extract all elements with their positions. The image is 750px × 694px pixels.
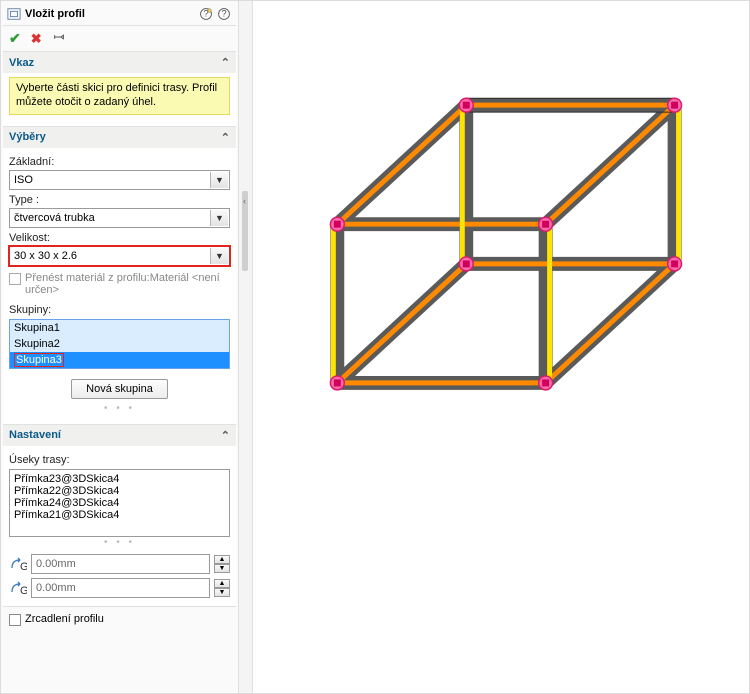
prenest-checkbox[interactable] bbox=[9, 273, 21, 285]
svg-text:?: ? bbox=[221, 9, 226, 20]
cancel-button[interactable]: ✖ bbox=[31, 31, 42, 47]
zakladni-value: ISO bbox=[14, 174, 33, 186]
type-label: Type : bbox=[9, 194, 230, 206]
svg-text:G1: G1 bbox=[20, 561, 27, 573]
section-vybery: Výběry ⌃ Základní: ISO ▼ Type : čtvercov… bbox=[3, 127, 236, 425]
section-nastaveni-header[interactable]: Nastavení ⌃ bbox=[3, 425, 236, 446]
g1-row: G1 0.00mm ▲ ▼ bbox=[9, 554, 230, 574]
velikost-select[interactable]: 30 x 30 x 2.6 ▼ bbox=[9, 246, 230, 266]
svg-text:G2: G2 bbox=[20, 585, 27, 597]
dropdown-arrow-icon: ▼ bbox=[210, 210, 228, 226]
resize-grip[interactable]: • • • bbox=[9, 403, 230, 416]
section-vkaz-title: Vkaz bbox=[9, 57, 34, 69]
g1-step-down[interactable]: ▼ bbox=[214, 564, 230, 573]
instruction-message: Vyberte části skici pro definici trasy. … bbox=[9, 77, 230, 115]
help-icon[interactable]: ? bbox=[216, 6, 232, 22]
mirror-checkbox[interactable] bbox=[9, 614, 21, 626]
mirror-label: Zrcadlení profilu bbox=[25, 613, 104, 625]
velikost-value: 30 x 30 x 2.6 bbox=[14, 250, 77, 262]
rotate-g2-icon: G2 bbox=[9, 579, 27, 597]
useky-label: Úseky trasy: bbox=[9, 454, 230, 466]
chevron-up-icon: ⌃ bbox=[221, 429, 230, 442]
section-nastaveni-title: Nastavení bbox=[9, 429, 61, 441]
useky-listbox[interactable]: Přímka23@3DSkica4 Přímka22@3DSkica4 Přím… bbox=[9, 469, 230, 537]
dropdown-arrow-icon: ▼ bbox=[210, 172, 228, 188]
help-context-icon[interactable]: ? bbox=[198, 6, 214, 22]
section-vkaz-header[interactable]: Vkaz ⌃ bbox=[3, 52, 236, 73]
model-3d-frame bbox=[253, 1, 749, 689]
pin-button[interactable] bbox=[52, 30, 66, 47]
chevron-up-icon: ⌃ bbox=[221, 131, 230, 144]
mirror-row: Zrcadlení profilu bbox=[3, 607, 236, 632]
skupiny-label: Skupiny: bbox=[9, 304, 230, 316]
prenest-label: Přenést materiál z profilu:Materiál <nen… bbox=[25, 272, 230, 296]
type-value: čtvercová trubka bbox=[14, 212, 95, 224]
section-nastaveni: Nastavení ⌃ Úseky trasy: Přímka23@3DSkic… bbox=[3, 425, 236, 607]
zakladni-label: Základní: bbox=[9, 156, 230, 168]
useky-item[interactable]: Přímka22@3DSkica4 bbox=[14, 485, 225, 497]
rotate-g1-icon: G1 bbox=[9, 555, 27, 573]
resize-grip[interactable]: • • • bbox=[9, 537, 230, 550]
skupiny-item-highlight: Skupina3 bbox=[14, 353, 64, 367]
property-panel: Vložit profil ? ? ✔ ✖ Vkaz ⌃ Vyberte čás… bbox=[1, 1, 239, 693]
graphics-viewport[interactable] bbox=[253, 1, 749, 693]
g1-input[interactable]: 0.00mm bbox=[31, 554, 210, 574]
type-select[interactable]: čtvercová trubka ▼ bbox=[9, 208, 230, 228]
panel-header: Vložit profil ? ? bbox=[3, 3, 236, 26]
prenest-row: Přenést materiál z profilu:Materiál <nen… bbox=[9, 272, 230, 296]
g2-input[interactable]: 0.00mm bbox=[31, 578, 210, 598]
action-row: ✔ ✖ bbox=[3, 26, 236, 52]
section-vybery-header[interactable]: Výběry ⌃ bbox=[3, 127, 236, 148]
velikost-label: Velikost: bbox=[9, 232, 230, 244]
ok-button[interactable]: ✔ bbox=[9, 30, 21, 47]
skupiny-listbox[interactable]: Skupina1 Skupina2 Skupina3 bbox=[9, 319, 230, 369]
skupiny-item[interactable]: Skupina1 bbox=[10, 320, 229, 336]
panel-title: Vložit profil bbox=[25, 8, 196, 20]
skupiny-item-selected[interactable]: Skupina3 bbox=[10, 352, 229, 368]
g2-step-down[interactable]: ▼ bbox=[214, 588, 230, 597]
chevron-up-icon: ⌃ bbox=[221, 56, 230, 69]
dropdown-arrow-icon: ▼ bbox=[210, 248, 228, 264]
useky-item[interactable]: Přímka21@3DSkica4 bbox=[14, 509, 225, 521]
nova-skupina-button[interactable]: Nová skupina bbox=[71, 379, 168, 399]
skupiny-item[interactable]: Skupina2 bbox=[10, 336, 229, 352]
structural-member-icon bbox=[7, 7, 21, 21]
zakladni-select[interactable]: ISO ▼ bbox=[9, 170, 230, 190]
section-vkaz: Vkaz ⌃ Vyberte části skici pro definici … bbox=[3, 52, 236, 127]
useky-item[interactable]: Přímka23@3DSkica4 bbox=[14, 473, 225, 485]
panel-divider[interactable] bbox=[239, 1, 253, 693]
app-window: Vložit profil ? ? ✔ ✖ Vkaz ⌃ Vyberte čás… bbox=[0, 0, 750, 694]
g2-row: G2 0.00mm ▲ ▼ bbox=[9, 578, 230, 598]
useky-item[interactable]: Přímka24@3DSkica4 bbox=[14, 497, 225, 509]
g2-step-up[interactable]: ▲ bbox=[214, 579, 230, 588]
g1-step-up[interactable]: ▲ bbox=[214, 555, 230, 564]
section-vybery-title: Výběry bbox=[9, 131, 46, 143]
